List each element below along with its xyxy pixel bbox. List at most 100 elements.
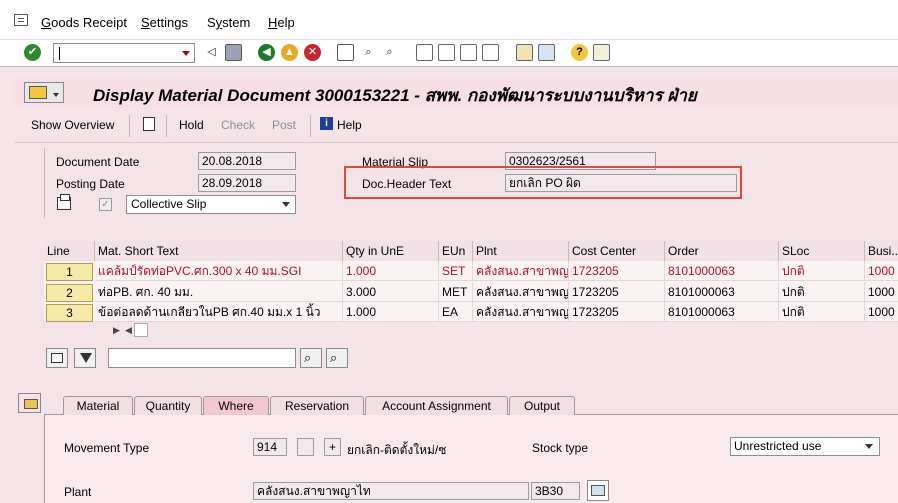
first-page-icon[interactable] (416, 44, 433, 61)
cell-plnt: คลังสนง.สาขาพญ... (473, 261, 569, 281)
movement-description: ยกเลิก-ติดตั้งใหม่/ซ (347, 443, 447, 457)
create-session-icon[interactable] (516, 44, 533, 61)
cell-busi: 1000 (865, 282, 898, 302)
scroll-left-icon[interactable]: ◀ (125, 325, 132, 336)
check-button[interactable]: Check (221, 118, 255, 132)
tab-material[interactable]: Material (63, 396, 133, 415)
cell-busi: 1000 (865, 302, 898, 322)
tab-reservation[interactable]: Reservation (270, 396, 364, 415)
new-document-icon[interactable] (143, 117, 155, 131)
enter-icon[interactable]: ✔ (24, 44, 41, 61)
tab-output[interactable]: Output (509, 396, 575, 415)
tab-quantity[interactable]: Quantity (134, 396, 202, 415)
find-next-icon[interactable]: ⌕ (381, 44, 398, 61)
col-header-busi[interactable]: Busi... (865, 241, 898, 261)
next-page-icon[interactable] (460, 44, 477, 61)
command-field[interactable] (53, 43, 195, 63)
col-header-mat-short-text[interactable]: Mat. Short Text (95, 241, 343, 261)
cell-mat-short-text: แคล้มป์รัดท่อPVC.ศก.300 x 40 มม.SGI (95, 261, 343, 281)
col-header-sloc[interactable]: SLoc (779, 241, 865, 261)
cell-order: 8101000063 (665, 261, 779, 281)
document-date-field[interactable]: 20.08.2018 (198, 152, 296, 170)
slip-type-dropdown[interactable]: Collective Slip (126, 195, 296, 214)
tab-list-icon[interactable] (18, 393, 41, 413)
posting-date-field[interactable]: 28.09.2018 (198, 174, 296, 192)
slip-type-value: Collective Slip (131, 197, 207, 211)
select-all-button[interactable] (46, 348, 68, 368)
col-header-order[interactable]: Order (665, 241, 779, 261)
line-button[interactable]: 1 (46, 263, 93, 281)
exit-icon[interactable]: ▲ (281, 44, 298, 61)
help-button[interactable]: Help (337, 118, 362, 132)
find-input[interactable] (108, 348, 296, 368)
info-icon: i (320, 117, 333, 130)
chevron-down-icon (865, 444, 873, 449)
cancel-icon[interactable]: ✕ (304, 44, 321, 61)
search-next-icon[interactable]: ⌕ (326, 348, 348, 368)
save-icon[interactable] (225, 44, 242, 61)
horizontal-scrollbar[interactable] (134, 323, 148, 337)
posting-date-label: Posting Date (56, 177, 125, 191)
movement-type-field[interactable]: 914 (253, 438, 287, 456)
tab-where[interactable]: Where (203, 396, 269, 415)
toolbar-separator (129, 115, 130, 137)
cell-sloc: ปกติ (779, 261, 865, 281)
cell-eun: MET (439, 282, 473, 302)
menu-system[interactable]: System (207, 15, 250, 30)
printer-icon[interactable] (57, 194, 71, 210)
post-button[interactable]: Post (272, 118, 296, 132)
toolbar-separator (166, 115, 167, 137)
cell-order: 8101000063 (665, 282, 779, 302)
tab-account-assignment[interactable]: Account Assignment (365, 396, 508, 415)
stock-type-value: Unrestricted use (734, 439, 822, 453)
plant-name-field[interactable]: คลังสนง.สาขาพญาไท (253, 482, 529, 500)
menu-help[interactable]: Help (268, 15, 295, 30)
line-button[interactable]: 3 (46, 304, 93, 322)
menu-settings[interactable]: Settings (141, 15, 188, 30)
show-overview-button[interactable]: Show Overview (31, 118, 114, 132)
back-icon[interactable]: ◀ (258, 44, 275, 61)
cell-mat-short-text: ท่อPB. ศก. 40 มม. (95, 282, 343, 302)
stock-type-label: Stock type (532, 441, 589, 455)
search-icon[interactable]: ⌕ (300, 348, 322, 368)
movement-indicator-field[interactable] (297, 438, 314, 456)
cell-plnt: คลังสนง.สาขาพญ... (473, 282, 569, 302)
col-header-line[interactable]: Line (44, 241, 95, 261)
menu-goods-receipt[interactable]: Goods Receipt (41, 15, 127, 30)
back-arrow-icon[interactable]: ◁ (203, 44, 220, 61)
layout-menu-icon[interactable] (593, 44, 610, 61)
plant-label: Plant (64, 485, 92, 499)
page-title: Display Material Document 3000153221 - ส… (93, 86, 697, 105)
chevron-down-icon (282, 202, 290, 207)
filter-icon[interactable] (74, 348, 96, 368)
cell-cost-center: 1723205 (569, 261, 665, 281)
shortcut-icon[interactable] (538, 44, 555, 61)
header-divider (44, 148, 45, 218)
print-checkbox[interactable]: ✓ (99, 198, 112, 211)
cell-cost-center: 1723205 (569, 302, 665, 322)
menu-icon[interactable] (14, 14, 28, 26)
col-header-eun[interactable]: EUn (439, 241, 473, 261)
cell-sloc: ปกติ (779, 302, 865, 322)
scroll-right-icon[interactable]: ▶ (113, 325, 120, 336)
col-header-qty[interactable]: Qty in UnE (343, 241, 439, 261)
stock-type-dropdown[interactable]: Unrestricted use (730, 437, 880, 456)
transaction-menu-button[interactable] (24, 82, 64, 103)
last-page-icon[interactable] (482, 44, 499, 61)
find-icon[interactable]: ⌕ (360, 44, 377, 61)
cell-busi: 1000 (865, 261, 898, 281)
previous-page-icon[interactable] (438, 44, 455, 61)
plant-code-field[interactable]: 3B30 (531, 482, 580, 500)
print-icon[interactable] (337, 44, 354, 61)
cell-eun: SET (439, 261, 473, 281)
cell-qty: 1.000 (343, 261, 439, 281)
plant-details-icon[interactable] (587, 480, 609, 501)
movement-plus-field[interactable]: + (324, 438, 341, 456)
help-icon[interactable]: ? (571, 44, 588, 61)
col-header-plnt[interactable]: Plnt (473, 241, 569, 261)
toolbar-separator (310, 115, 311, 137)
line-button[interactable]: 2 (46, 284, 93, 302)
cell-mat-short-text: ข้อต่อลดด้านเกลียวในPB ศก.40 มม.x 1 นิ้ว (95, 302, 343, 322)
col-header-cost-center[interactable]: Cost Center (569, 241, 665, 261)
hold-button[interactable]: Hold (179, 118, 204, 132)
